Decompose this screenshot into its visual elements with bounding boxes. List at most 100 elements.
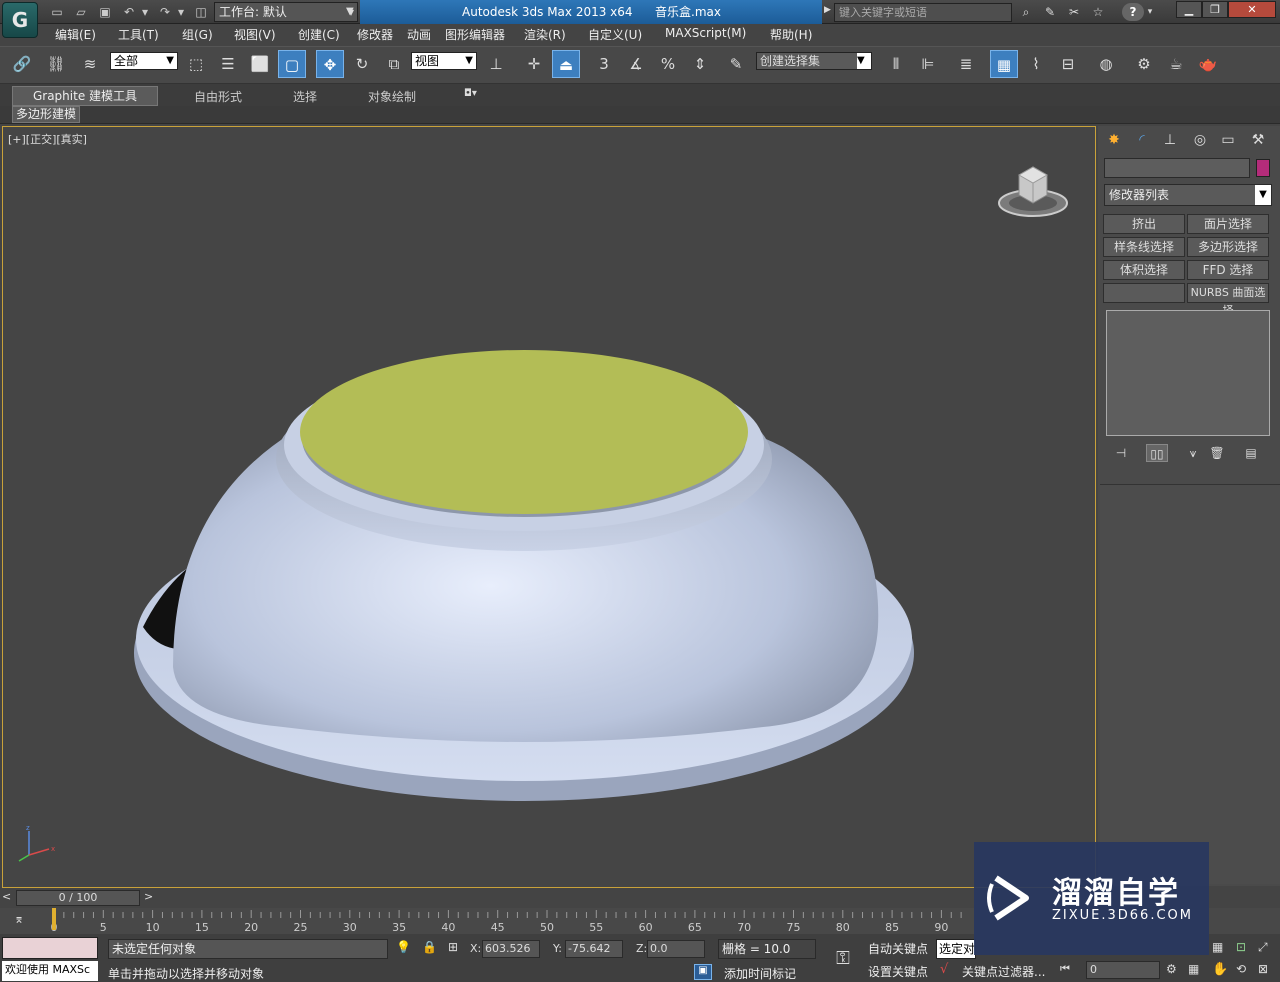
select-and-move-icon[interactable]: ✥ [316, 50, 344, 78]
help-icon[interactable]: ? [1122, 3, 1144, 21]
menu-animation[interactable]: 动画 [407, 26, 431, 43]
z-coordinate-field[interactable]: 0.0 [647, 940, 705, 958]
rendered-frame-window-icon[interactable]: ☕ [1162, 50, 1190, 78]
menu-rendering[interactable]: 渲染(R) [524, 26, 566, 43]
show-end-result-icon[interactable]: ▯▯ [1146, 444, 1168, 462]
app-logo-icon[interactable]: G [2, 2, 38, 38]
menu-graph-editors[interactable]: 图形编辑器 [445, 26, 505, 43]
named-selection-dropdown[interactable]: 创建选择集 ▼ [756, 52, 872, 70]
time-tag-icon[interactable]: ▣ [694, 964, 712, 980]
menu-create[interactable]: 创建(C) [298, 26, 340, 43]
x-coordinate-field[interactable]: 603.526 [482, 940, 540, 958]
edit-named-selection-icon[interactable]: ✎ [722, 50, 750, 78]
ffd-select-button[interactable]: FFD 选择 [1187, 260, 1269, 280]
menu-tools[interactable]: 工具(T) [118, 26, 159, 43]
open-file-icon[interactable]: ▱ [72, 3, 90, 21]
make-unique-icon[interactable]: ⩛ [1182, 444, 1204, 462]
tab-freeform[interactable]: 自由形式 [194, 88, 242, 105]
y-coordinate-field[interactable]: -75.642 [565, 940, 623, 958]
set-key-icon[interactable]: ⚿ [828, 944, 858, 974]
view-cube[interactable] [997, 157, 1077, 223]
pan-view-icon[interactable]: ✋ [1212, 962, 1228, 977]
motion-tab-icon[interactable]: ◎ [1188, 128, 1212, 152]
undo-icon[interactable]: ↶ [120, 3, 138, 21]
spinner-snap-icon[interactable]: ⇕ [686, 50, 714, 78]
auto-key-button[interactable]: 自动关键点 [868, 940, 928, 957]
modifier-list-dropdown[interactable]: 修改器列表 ▼ [1104, 184, 1272, 206]
curve-editor-icon[interactable]: ⌇ [1022, 50, 1050, 78]
nurbs-surface-select-button[interactable]: NURBS 曲面选择 [1187, 283, 1269, 317]
help-dropdown-icon[interactable]: ▾ [1145, 3, 1155, 21]
add-time-tag[interactable]: 添加时间标记 [724, 965, 796, 982]
workspace-dropdown[interactable]: 工作台: 默认 ▾ [214, 2, 358, 22]
volume-select-button[interactable]: 体积选择 [1103, 260, 1185, 280]
snaps-toggle-icon[interactable]: 3 [590, 50, 618, 78]
select-manipulate-icon[interactable]: ✛ [520, 50, 548, 78]
field-of-view-icon[interactable]: ▦ [1212, 940, 1223, 954]
menu-edit[interactable]: 编辑(E) [55, 26, 96, 43]
close-button[interactable]: ✕ [1228, 1, 1276, 18]
render-production-icon[interactable]: 🫖 [1194, 50, 1222, 78]
remove-modifier-icon[interactable]: 🗑 [1206, 444, 1228, 462]
maxscript-listener[interactable] [2, 937, 98, 959]
layer-manager-icon[interactable]: ≣ [952, 50, 980, 78]
selected-dropdown[interactable]: 选定对 [936, 939, 976, 959]
undo-dropdown-icon[interactable]: ▾ [140, 3, 150, 21]
absolute-mode-icon[interactable]: ⊞ [448, 940, 458, 954]
menu-modifiers[interactable]: 修改器 [357, 26, 393, 43]
key-filters-button[interactable]: 关键点过滤器... [962, 963, 1045, 980]
spline-select-button[interactable]: 样条线选择 [1103, 237, 1185, 257]
maximize-toggle-icon[interactable]: ⊠ [1258, 962, 1268, 976]
save-icon[interactable]: ▣ [96, 3, 114, 21]
communication-icon[interactable]: ✂ [1064, 3, 1084, 21]
create-tab-icon[interactable]: ✸ [1102, 128, 1126, 152]
unlink-icon[interactable]: ⛓ [42, 50, 70, 78]
favorites-star-icon[interactable]: ☆ [1088, 3, 1108, 21]
search-input[interactable]: 键入关键字或短语 [834, 3, 1012, 22]
set-key-button[interactable]: 设置关键点 [868, 963, 928, 980]
align-icon[interactable]: ⊫ [914, 50, 942, 78]
polygon-modeling-panel[interactable]: 多边形建模 [12, 106, 80, 123]
poly-select-button[interactable]: 多边形选择 [1187, 237, 1269, 257]
selection-lock-icon[interactable]: 🔒 [422, 940, 437, 954]
expand-search-icon[interactable]: ▶ [824, 5, 831, 15]
go-to-start-icon[interactable]: ⏮ [1060, 962, 1070, 976]
selection-filter-dropdown[interactable]: 全部 ▼ [110, 52, 178, 70]
ribbon-options-icon[interactable]: ◘▾ [464, 88, 488, 102]
schematic-view-icon[interactable]: ⊟ [1054, 50, 1082, 78]
zoom-extents-icon[interactable]: ▦ [1188, 962, 1199, 976]
pivot-center-icon[interactable]: ⊥ [482, 50, 510, 78]
subscription-icon[interactable]: ✎ [1040, 3, 1060, 21]
binoculars-icon[interactable]: ⌕ [1016, 3, 1036, 21]
render-setup-icon[interactable]: ⚙ [1130, 50, 1158, 78]
isolate-selection-icon[interactable]: 💡 [396, 940, 411, 954]
next-frame-icon[interactable]: > [144, 890, 153, 903]
restore-button[interactable]: ❐ [1202, 1, 1228, 18]
music-box-model[interactable] [3, 127, 1096, 888]
configure-modifier-sets-icon[interactable]: ▤ [1240, 444, 1262, 462]
orbit-icon[interactable]: ⟲ [1236, 962, 1246, 976]
modifier-stack[interactable] [1106, 310, 1270, 436]
redo-dropdown-icon[interactable]: ▾ [176, 3, 186, 21]
menu-views[interactable]: 视图(V) [234, 26, 276, 43]
extrude-button[interactable]: 挤出 [1103, 214, 1185, 234]
mirror-icon[interactable]: ⫴ [882, 50, 910, 78]
prev-frame-icon[interactable]: < [2, 890, 11, 903]
bind-space-warp-icon[interactable]: ≋ [76, 50, 104, 78]
menu-help[interactable]: 帮助(H) [770, 26, 812, 43]
tab-selection[interactable]: 选择 [293, 88, 317, 105]
time-slider[interactable]: 0 / 100 [16, 890, 140, 906]
object-name-field[interactable] [1104, 158, 1250, 178]
select-and-rotate-icon[interactable]: ↻ [348, 50, 376, 78]
menu-maxscript[interactable]: MAXScript(M) [665, 26, 746, 40]
time-config-icon[interactable]: ⚙ [1166, 962, 1177, 976]
angle-snap-icon[interactable]: ∡ [622, 50, 650, 78]
utilities-tab-icon[interactable]: ⚒ [1246, 128, 1270, 152]
current-frame-marker[interactable] [52, 908, 56, 930]
current-frame-field[interactable]: 0 [1086, 961, 1160, 979]
material-editor-icon[interactable]: ◍ [1092, 50, 1120, 78]
link-icon[interactable]: 🔗 [8, 50, 36, 78]
tab-graphite-modeling[interactable]: Graphite 建模工具 [12, 86, 158, 106]
menu-group[interactable]: 组(G) [182, 26, 213, 43]
minimize-button[interactable]: ▁ [1176, 1, 1202, 18]
